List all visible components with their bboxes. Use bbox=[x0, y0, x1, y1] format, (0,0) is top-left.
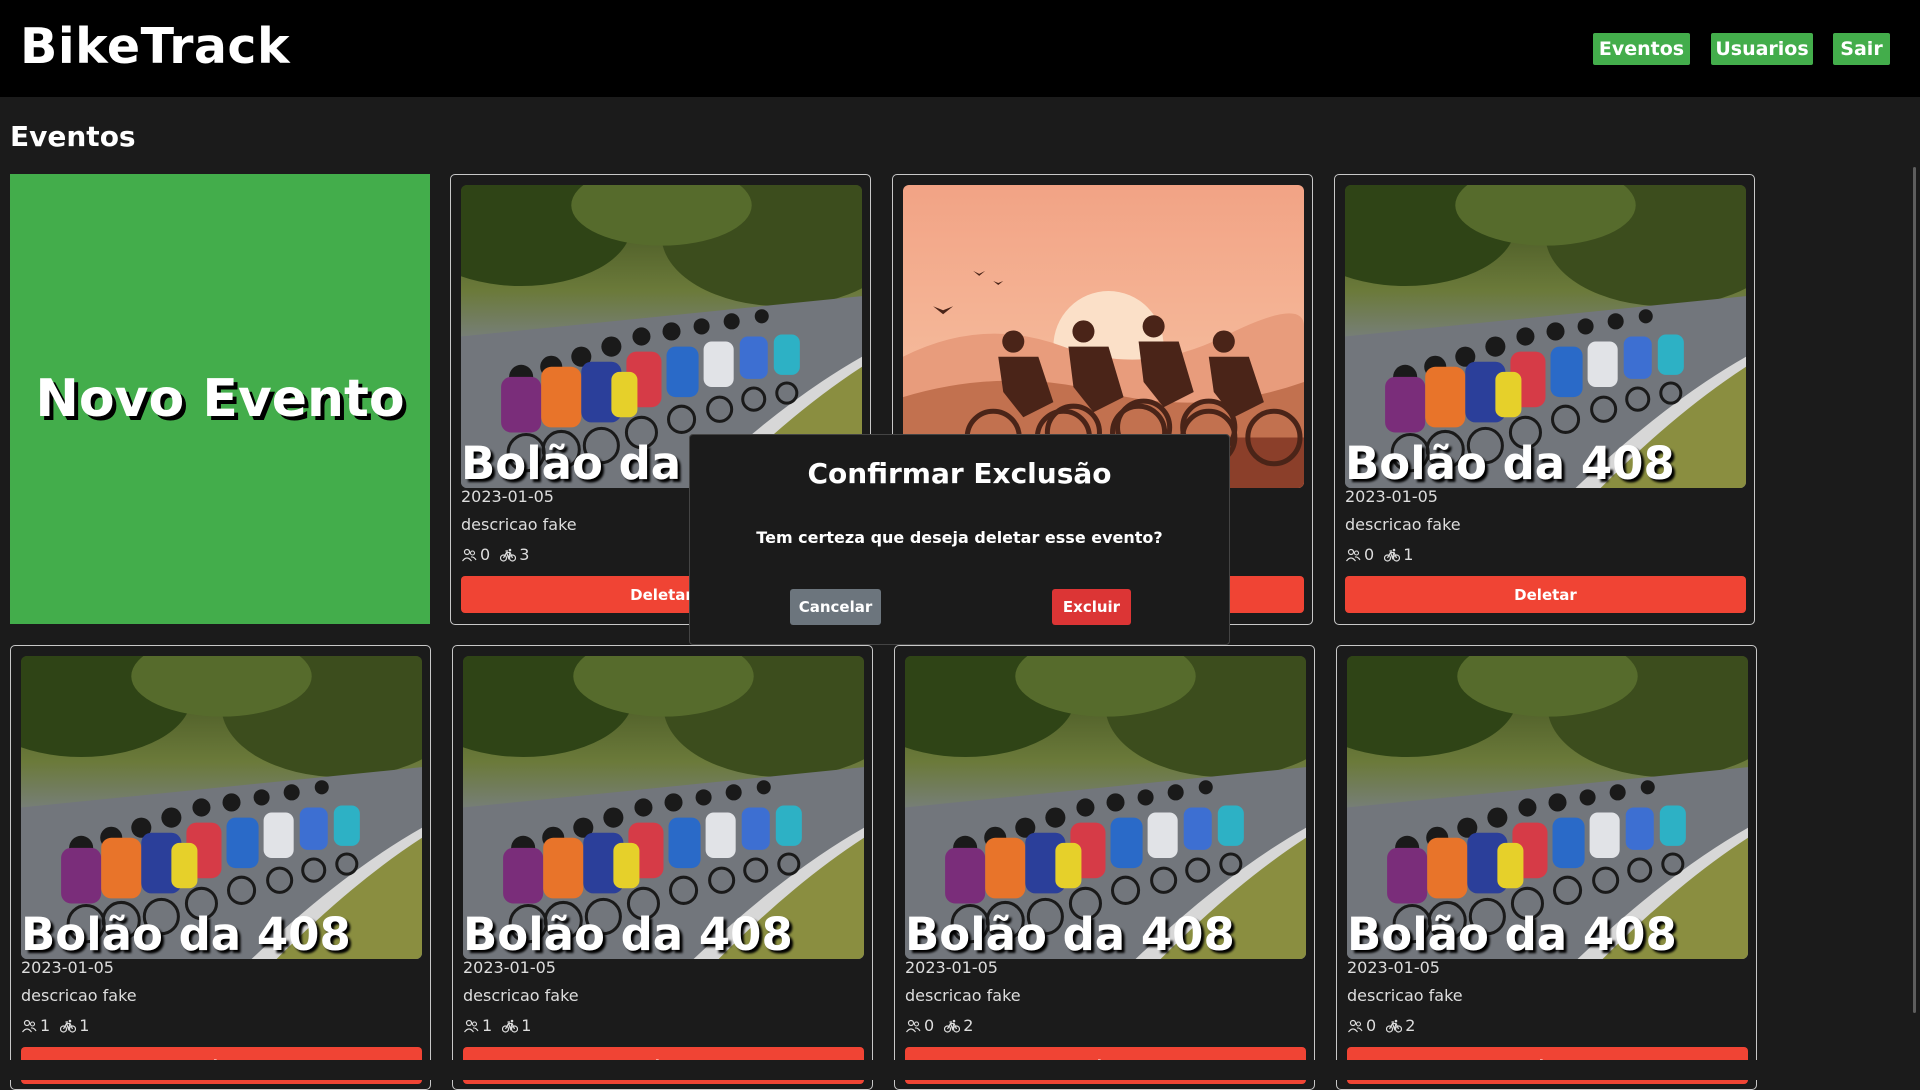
participants-count: 0 bbox=[924, 1016, 935, 1035]
event-description: descricao fake bbox=[1347, 986, 1463, 1005]
bikes-stat: 1 bbox=[60, 1016, 89, 1035]
bikes-count: 3 bbox=[519, 545, 530, 564]
event-description: descricao fake bbox=[463, 986, 579, 1005]
bikes-stat: 2 bbox=[944, 1016, 973, 1035]
bike-icon bbox=[502, 1018, 518, 1034]
nav-events-button[interactable]: Eventos bbox=[1593, 33, 1690, 65]
users-icon bbox=[905, 1018, 921, 1034]
participants-stat: 0 bbox=[905, 1016, 934, 1035]
bike-icon bbox=[1384, 547, 1400, 563]
bike-icon bbox=[944, 1018, 960, 1034]
event-description: descricao fake bbox=[905, 986, 1021, 1005]
event-date: 2023-01-05 bbox=[463, 958, 556, 977]
users-icon bbox=[1345, 547, 1361, 563]
bikes-count: 1 bbox=[1403, 545, 1414, 564]
confirm-delete-dialog: Confirmar Exclusão Tem certeza que desej… bbox=[689, 434, 1230, 645]
bikes-count: 1 bbox=[521, 1016, 532, 1035]
event-stats: 0 2 bbox=[1347, 1016, 1415, 1035]
event-date: 2023-01-05 bbox=[461, 487, 554, 506]
bikes-count: 2 bbox=[1405, 1016, 1416, 1035]
participants-stat: 1 bbox=[463, 1016, 492, 1035]
event-description: descricao fake bbox=[21, 986, 137, 1005]
nav-logout-button[interactable]: Sair bbox=[1833, 33, 1890, 65]
event-title: Bolão da 408 bbox=[21, 908, 351, 961]
bike-icon bbox=[60, 1018, 76, 1034]
bikes-stat: 1 bbox=[1384, 545, 1413, 564]
users-icon bbox=[461, 547, 477, 563]
participants-count: 0 bbox=[480, 545, 491, 564]
event-card: Bolão da 408 2023-01-05 descricao fake 0… bbox=[894, 645, 1315, 1090]
bikes-stat: 1 bbox=[502, 1016, 531, 1035]
event-title: Bolão da 408 bbox=[1347, 908, 1677, 961]
scrollbar-thumb[interactable] bbox=[1913, 167, 1916, 1013]
event-title: Bolão da 408 bbox=[463, 908, 793, 961]
event-stats: 1 1 bbox=[21, 1016, 89, 1035]
dialog-title: Confirmar Exclusão bbox=[807, 457, 1112, 490]
bikes-stat: 2 bbox=[1386, 1016, 1415, 1035]
event-card: Bolão da 408 2023-01-05 descricao fake 0… bbox=[1336, 645, 1757, 1090]
event-card: Bolão da 408 2023-01-05 descricao fake 1… bbox=[452, 645, 873, 1090]
app-logo-title[interactable]: BikeTrack bbox=[20, 18, 290, 75]
top-navbar: BikeTrack Eventos Usuarios Sair bbox=[0, 0, 1920, 97]
delete-event-button[interactable]: Deletar bbox=[1345, 576, 1746, 613]
participants-count: 0 bbox=[1364, 545, 1375, 564]
users-icon bbox=[463, 1018, 479, 1034]
dialog-message: Tem certeza que deseja deletar esse even… bbox=[756, 528, 1163, 547]
bikes-count: 1 bbox=[79, 1016, 90, 1035]
event-description: descricao fake bbox=[1345, 515, 1461, 534]
new-event-tile[interactable]: Novo Evento bbox=[10, 174, 430, 624]
event-card: Bolão da 408 2023-01-05 descricao fake 0… bbox=[1334, 174, 1755, 625]
participants-count: 0 bbox=[1366, 1016, 1377, 1035]
participants-stat: 0 bbox=[1347, 1016, 1376, 1035]
users-icon bbox=[1347, 1018, 1363, 1034]
event-stats: 1 1 bbox=[463, 1016, 531, 1035]
bike-icon bbox=[500, 547, 516, 563]
bike-icon bbox=[1386, 1018, 1402, 1034]
bikes-count: 2 bbox=[963, 1016, 974, 1035]
event-stats: 0 3 bbox=[461, 545, 529, 564]
event-stats: 0 2 bbox=[905, 1016, 973, 1035]
event-date: 2023-01-05 bbox=[905, 958, 998, 977]
event-card: Bolão da 408 2023-01-05 descricao fake 1… bbox=[10, 645, 431, 1090]
event-description: descricao fake bbox=[461, 515, 577, 534]
event-date: 2023-01-05 bbox=[1347, 958, 1440, 977]
participants-stat: 0 bbox=[1345, 545, 1374, 564]
nav-users-button[interactable]: Usuarios bbox=[1711, 33, 1813, 65]
page-bottom-fill bbox=[0, 1060, 1920, 1080]
bikes-stat: 3 bbox=[500, 545, 529, 564]
page-title: Eventos bbox=[10, 120, 136, 153]
event-title: Bolão da 408 bbox=[1345, 437, 1675, 490]
participants-count: 1 bbox=[482, 1016, 493, 1035]
new-event-label: Novo Evento bbox=[35, 369, 405, 429]
participants-stat: 0 bbox=[461, 545, 490, 564]
event-date: 2023-01-05 bbox=[21, 958, 114, 977]
participants-stat: 1 bbox=[21, 1016, 50, 1035]
users-icon bbox=[21, 1018, 37, 1034]
participants-count: 1 bbox=[40, 1016, 51, 1035]
event-stats: 0 1 bbox=[1345, 545, 1413, 564]
event-title: Bolão da 408 bbox=[905, 908, 1235, 961]
cancel-button[interactable]: Cancelar bbox=[790, 589, 881, 625]
confirm-delete-button[interactable]: Excluir bbox=[1052, 589, 1131, 625]
event-date: 2023-01-05 bbox=[1345, 487, 1438, 506]
